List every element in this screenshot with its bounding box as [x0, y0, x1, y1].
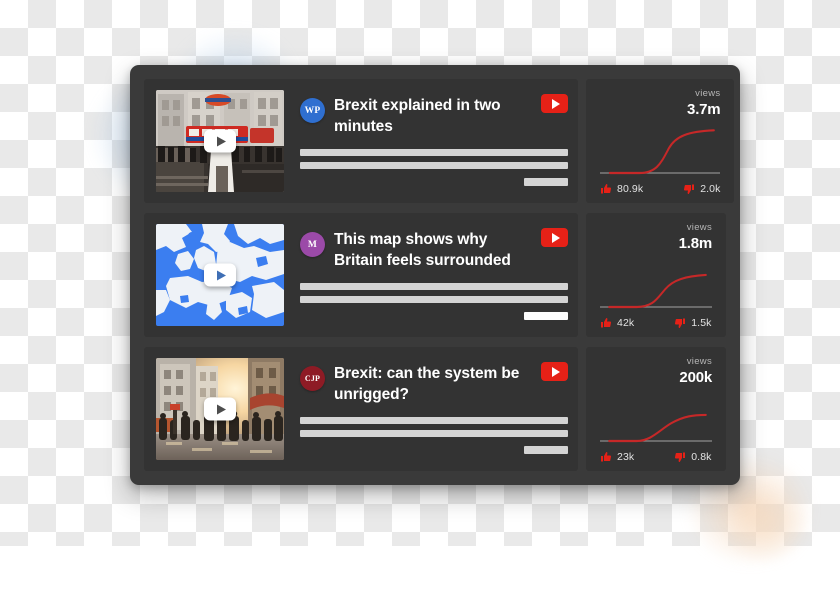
reactions: 23k 0.8k [600, 451, 712, 463]
thumbs-down-icon [684, 184, 695, 194]
video-row: WP Brexit explained in two minutes views… [144, 79, 735, 203]
video-title-row: M This map shows why Britain feels surro… [300, 230, 568, 271]
placeholder-bars [300, 149, 568, 186]
peach-background-blob-secondary [706, 470, 826, 580]
video-meta: M This map shows why Britain feels surro… [284, 224, 578, 326]
play-button[interactable] [204, 263, 236, 287]
youtube-triangle-icon [551, 366, 560, 377]
placeholder-bars [300, 417, 568, 454]
play-triangle-icon [216, 270, 226, 280]
likes-count: 80.9k [617, 183, 644, 195]
channel-avatar[interactable]: CJP [300, 366, 325, 391]
placeholder-bar-short [524, 312, 568, 320]
views-label: views [686, 356, 712, 367]
placeholder-bar-short [524, 178, 568, 186]
stats-card: views 3.7m 80.9k 2.0k [586, 79, 735, 203]
likes: 80.9k [600, 183, 643, 195]
channel-avatar[interactable]: M [300, 232, 325, 257]
reactions: 80.9k 2.0k [600, 183, 720, 195]
stats-card: views 200k 23k 0.8k [586, 347, 726, 471]
channel-avatar[interactable]: WP [300, 98, 325, 123]
video-title[interactable]: Brexit: can the system be unrigged? [334, 364, 568, 405]
video-meta: WP Brexit explained in two minutes [284, 90, 578, 192]
london-street-thumbnail[interactable] [156, 90, 284, 192]
placeholder-bars [300, 283, 568, 320]
city-crowd-sunset-thumbnail[interactable] [156, 358, 284, 460]
reactions: 42k 1.5k [600, 317, 712, 329]
play-triangle-icon [216, 404, 226, 414]
dislikes-count: 2.0k [700, 183, 721, 195]
views-sparkline [600, 390, 712, 445]
play-triangle-icon [216, 136, 226, 146]
likes-count: 42k [617, 317, 635, 329]
views-label: views [695, 88, 721, 99]
video-card[interactable]: WP Brexit explained in two minutes [144, 79, 578, 203]
thumbs-up-icon [601, 184, 612, 194]
views-value: 3.7m [687, 101, 721, 119]
dislikes: 2.0k [683, 183, 720, 195]
video-performance-panel: WP Brexit explained in two minutes views… [130, 65, 740, 485]
youtube-triangle-icon [551, 98, 560, 109]
placeholder-bar [300, 430, 568, 437]
youtube-play-badge[interactable] [541, 228, 568, 247]
play-button[interactable] [204, 397, 236, 421]
placeholder-bar [300, 283, 568, 290]
avatar-initials: M [307, 239, 318, 250]
views-sparkline [600, 122, 721, 177]
youtube-triangle-icon [551, 232, 560, 243]
video-title[interactable]: This map shows why Britain feels surroun… [334, 230, 568, 271]
placeholder-bar [300, 417, 568, 424]
views-value: 200k [679, 369, 712, 387]
views-sparkline [600, 256, 712, 311]
youtube-play-badge[interactable] [541, 94, 568, 113]
video-card[interactable]: CJP Brexit: can the system be unrigged? [144, 347, 578, 471]
video-title-row: CJP Brexit: can the system be unrigged? [300, 364, 568, 405]
placeholder-bar-short [524, 446, 568, 454]
views-label: views [686, 222, 712, 233]
video-row: M This map shows why Britain feels surro… [144, 213, 726, 337]
video-title-row: WP Brexit explained in two minutes [300, 96, 568, 137]
likes: 23k [600, 451, 634, 463]
stats-card: views 1.8m 42k 1.5k [586, 213, 726, 337]
placeholder-bar [300, 296, 568, 303]
europe-map-thumbnail[interactable] [156, 224, 284, 326]
thumbs-down-icon [675, 318, 686, 328]
video-title[interactable]: Brexit explained in two minutes [334, 96, 568, 137]
video-meta: CJP Brexit: can the system be unrigged? [284, 358, 578, 460]
avatar-initials: WP [304, 105, 321, 116]
thumbs-up-icon [601, 318, 612, 328]
play-button[interactable] [204, 129, 236, 153]
placeholder-bar [300, 149, 568, 156]
likes: 42k [600, 317, 634, 329]
youtube-play-badge[interactable] [541, 362, 568, 381]
avatar-initials: CJP [304, 374, 321, 383]
dislikes-count: 1.5k [691, 317, 712, 329]
thumbs-up-icon [601, 452, 612, 462]
views-value: 1.8m [678, 235, 713, 253]
likes-count: 23k [617, 451, 635, 463]
dislikes: 0.8k [674, 451, 711, 463]
dislikes-count: 0.8k [691, 451, 712, 463]
video-card[interactable]: M This map shows why Britain feels surro… [144, 213, 578, 337]
dislikes: 1.5k [674, 317, 711, 329]
placeholder-bar [300, 162, 568, 169]
video-row: CJP Brexit: can the system be unrigged? … [144, 347, 726, 471]
thumbs-down-icon [675, 452, 686, 462]
